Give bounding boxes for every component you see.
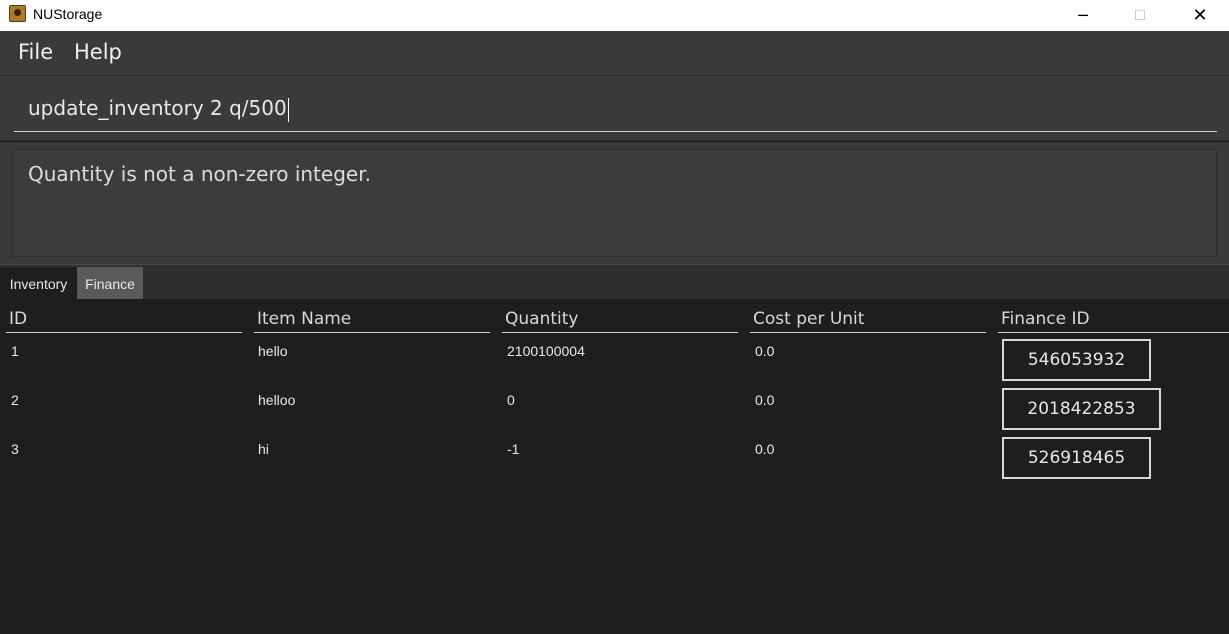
command-input[interactable]: update_inventory 2 q/500 [14,88,1217,132]
column-divider [750,332,986,333]
cell-quantity: 0 [507,392,515,408]
finance-id-badge[interactable]: 526918465 [1002,437,1151,479]
column-divider [6,332,242,333]
cell-id: 3 [11,441,19,457]
column-header-item-name[interactable]: Item Name [257,309,351,329]
title-bar: NUStorage ─ ☐ ✕ [0,0,1229,31]
column-divider [254,332,490,333]
cell-cost-per-unit: 0.0 [755,343,775,359]
app-icon [9,5,26,22]
finance-id-badge[interactable]: 546053932 [1002,339,1151,381]
close-button[interactable]: ✕ [1177,0,1223,31]
cell-quantity: -1 [507,441,520,457]
cell-item-name: hello [258,343,288,359]
column-header-quantity[interactable]: Quantity [505,309,578,329]
cell-cost-per-unit: 0.0 [755,392,775,408]
window-title: NUStorage [33,6,103,22]
text-caret [287,97,289,122]
menu-bar: File Help [0,31,1229,76]
column-divider [502,332,738,333]
tab-finance[interactable]: Finance [77,267,143,300]
result-message: Quantity is not a non-zero integer. [28,162,371,186]
cell-id: 1 [11,343,19,359]
column-header-finance-id[interactable]: Finance ID [1001,309,1090,329]
cell-item-name: hi [258,441,269,457]
column-divider [998,332,1229,333]
cell-item-name: helloo [258,392,296,408]
command-input-text: update_inventory 2 q/500 [28,96,287,120]
cell-cost-per-unit: 0.0 [755,441,775,457]
finance-id-badge[interactable]: 2018422853 [1002,388,1161,430]
inventory-table: ID Item Name Quantity Cost per Unit Fina… [0,299,1229,634]
result-display: Quantity is not a non-zero integer. [12,149,1217,257]
cell-id: 2 [11,392,19,408]
result-panel: Quantity is not a non-zero integer. [0,142,1229,264]
maximize-button[interactable]: ☐ [1117,0,1163,31]
menu-file[interactable]: File [18,40,53,64]
column-header-id[interactable]: ID [9,309,27,329]
tab-bar: Inventory Finance [0,264,1229,300]
cell-quantity: 2100100004 [507,343,585,359]
tab-inventory[interactable]: Inventory [0,267,77,300]
column-header-cost-per-unit[interactable]: Cost per Unit [753,309,864,329]
command-box-panel: update_inventory 2 q/500 [0,76,1229,141]
menu-help[interactable]: Help [74,40,122,64]
minimize-button[interactable]: ─ [1060,0,1106,31]
